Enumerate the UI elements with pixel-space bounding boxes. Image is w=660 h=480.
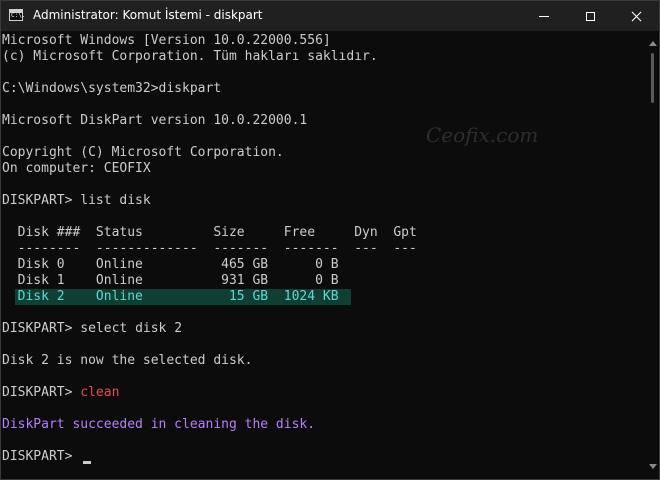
console-line: Microsoft DiskPart version 10.0.22000.1 [2,113,308,128]
console-line: Copyright (C) Microsoft Corporation. [2,145,284,160]
success-message: DiskPart succeeded in cleaning the disk. [2,417,316,432]
close-icon [631,11,642,22]
prompt-line: DISKPART> clean [2,385,119,401]
title-bar[interactable]: C:\. Administrator: Komut İstemi - diskp… [1,1,659,31]
disk-table-separator: -------- ------------- ------- ------- -… [2,241,417,256]
terminal-window: C:\. Administrator: Komut İstemi - diskp… [0,0,660,480]
disk-table-header: Disk ### Status Size Free Dyn Gpt [2,225,417,240]
maximize-icon [585,11,595,21]
select-command: select disk 2 [80,321,183,336]
disk-table-row: Disk 0 Online 465 GB 0 B [2,257,339,272]
prompt-line[interactable]: DISKPART> [2,449,80,465]
scroll-down-icon[interactable] [649,464,657,469]
prompt-line: DISKPART> select disk 2 [2,321,182,337]
scroll-up-icon[interactable] [649,41,657,46]
console-line: On computer: CEOFIX [2,161,151,176]
clean-command: clean [80,385,120,400]
disk-table-row-selected: Disk 2 Online 15 GB 1024 KB [2,289,339,304]
watermark: Ceofix.com [426,123,539,147]
console-output[interactable]: Microsoft Windows [Version 10.0.22000.55… [1,31,647,479]
close-button[interactable] [613,1,659,31]
prompt: DISKPART> [2,449,81,464]
scrollbar-thumb[interactable] [651,53,654,103]
console-line: C:\Windows\system32>diskpart [2,81,222,96]
console-line: Disk 2 is now the selected disk. [2,353,253,368]
command-prompt-icon[interactable]: C:\. [9,9,26,21]
vertical-scrollbar[interactable] [647,31,659,479]
text-cursor [83,461,91,464]
console-line: (c) Microsoft Corporation. Tüm hakları s… [2,49,378,64]
disk-table-row: Disk 1 Online 931 GB 0 B [2,273,339,288]
minimize-button[interactable] [521,1,567,31]
prompt: DISKPART> [2,385,81,400]
window-title: Administrator: Komut İstemi - diskpart [33,8,263,22]
console-line: Microsoft Windows [Version 10.0.22000.55… [2,33,331,48]
console-line: DISKPART> list disk [2,193,151,208]
minimize-icon [539,15,549,17]
maximize-button[interactable] [567,1,613,31]
icon-label: C:\. [11,12,26,19]
prompt: DISKPART> [2,321,81,336]
